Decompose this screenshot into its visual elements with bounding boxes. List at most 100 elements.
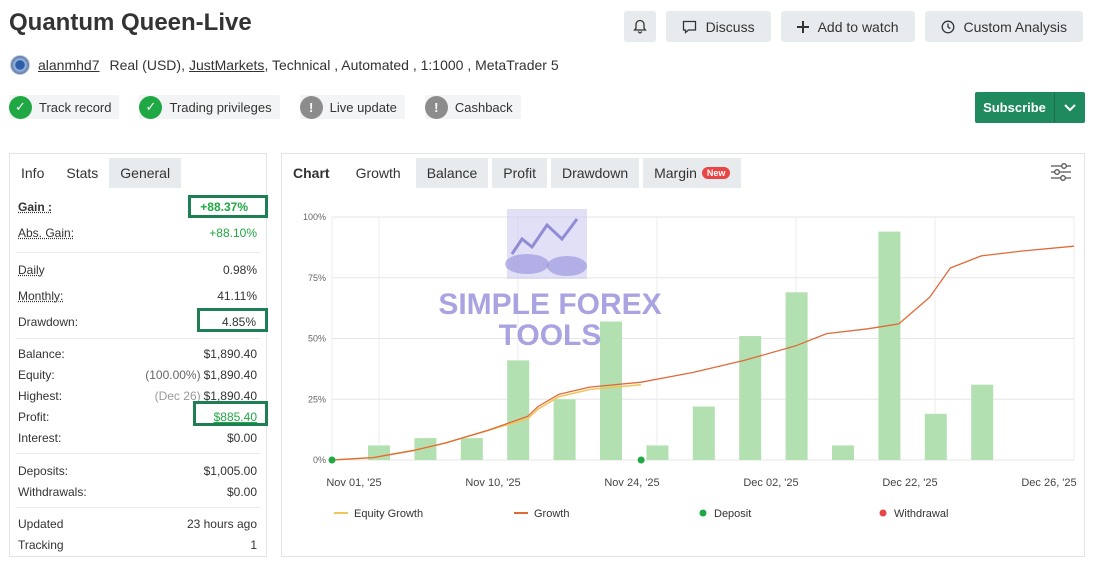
legend-item[interactable]: Growth bbox=[514, 508, 569, 520]
highlight-box bbox=[193, 401, 268, 426]
profit-bar[interactable] bbox=[692, 406, 715, 460]
stat-label[interactable]: Monthly: bbox=[18, 289, 63, 303]
stat-abs-gain: Abs. Gain: +88.10% bbox=[18, 226, 257, 240]
avatar[interactable] bbox=[10, 55, 30, 75]
plus-icon bbox=[796, 20, 809, 33]
deposit-marker[interactable] bbox=[328, 456, 336, 464]
profit-bar[interactable] bbox=[553, 399, 576, 460]
x-tick-label: Dec 22, '25 bbox=[882, 477, 937, 489]
stat-label[interactable]: Gain : bbox=[18, 200, 52, 214]
tab-general[interactable]: General bbox=[109, 158, 182, 188]
stat-prefix: (100.00%) bbox=[145, 368, 201, 382]
chat-icon bbox=[682, 20, 696, 34]
divider bbox=[16, 252, 260, 253]
watermark-line2: TOOLS bbox=[499, 319, 602, 352]
stat-label: Withdrawals: bbox=[18, 485, 87, 499]
user-link[interactable]: alanmhd7 bbox=[38, 57, 100, 73]
stat-label: Drawdown: bbox=[18, 315, 79, 329]
y-tick-label: 25% bbox=[308, 394, 326, 404]
badge-trading-privileges[interactable]: ✓ Trading privileges bbox=[139, 95, 280, 119]
profit-bar[interactable] bbox=[785, 292, 808, 460]
discuss-label: Discuss bbox=[705, 18, 755, 35]
y-tick-label: 100% bbox=[303, 212, 326, 222]
y-tick-label: 50% bbox=[308, 334, 326, 344]
x-tick-label: Nov 01, '25 bbox=[326, 477, 381, 489]
stat-updated: Updated 23 hours ago bbox=[18, 517, 257, 531]
exclamation-icon: ! bbox=[299, 95, 323, 119]
stats-tabs: Info Stats General bbox=[10, 154, 266, 188]
tab-growth[interactable]: Growth bbox=[344, 158, 412, 188]
stat-monthly: Monthly: 41.11% bbox=[18, 289, 257, 303]
custom-analysis-label: Custom Analysis bbox=[963, 18, 1067, 35]
profit-bar[interactable] bbox=[600, 321, 622, 460]
stat-value: +88.10% bbox=[209, 226, 257, 240]
stat-label[interactable]: Daily bbox=[18, 263, 45, 277]
profit-bar[interactable] bbox=[460, 438, 483, 460]
stats-panel: Info Stats General Gain : +88.37% Abs. G… bbox=[9, 153, 268, 557]
badge-cashback[interactable]: ! Cashback bbox=[424, 95, 521, 119]
profit-bar[interactable] bbox=[878, 231, 901, 460]
badge-label: Cashback bbox=[454, 99, 513, 115]
stat-label: Balance: bbox=[18, 347, 65, 361]
legend-swatch bbox=[879, 509, 887, 517]
tab-stats[interactable]: Stats bbox=[55, 158, 110, 188]
custom-analysis-button[interactable]: Custom Analysis bbox=[924, 11, 1083, 42]
divider bbox=[16, 338, 260, 339]
tab-chart: Chart bbox=[282, 158, 341, 188]
discuss-button[interactable]: Discuss bbox=[665, 11, 771, 42]
x-tick-label: Dec 02, '25 bbox=[743, 477, 798, 489]
stat-balance: Balance: $1,890.40 bbox=[18, 347, 257, 361]
profit-bar[interactable] bbox=[832, 445, 854, 460]
stat-value: $1,890.40 bbox=[203, 347, 257, 361]
tab-profit[interactable]: Profit bbox=[492, 158, 547, 188]
tab-balance[interactable]: Balance bbox=[415, 158, 489, 188]
check-icon: ✓ bbox=[9, 95, 32, 119]
stat-value: $1,890.40 bbox=[203, 368, 257, 382]
legend-label: Growth bbox=[534, 508, 569, 520]
tab-info[interactable]: Info bbox=[10, 158, 56, 188]
stat-daily: Daily 0.98% bbox=[18, 263, 257, 277]
x-tick-label: Dec 26, '25 bbox=[1021, 477, 1076, 489]
legend-label: Withdrawal bbox=[894, 508, 948, 520]
account-meta: alanmhd7 Real (USD), JustMarkets , Techn… bbox=[10, 55, 559, 75]
profit-bar[interactable] bbox=[507, 360, 530, 460]
stat-value: $0.00 bbox=[226, 431, 257, 445]
stat-label: Highest: bbox=[18, 389, 63, 403]
page-title: Quantum Queen-Live bbox=[9, 9, 252, 36]
legend-swatch bbox=[699, 509, 707, 517]
subscribe-label: Subscribe bbox=[975, 92, 1055, 123]
new-badge: New bbox=[701, 167, 731, 179]
divider bbox=[16, 453, 260, 454]
broker-link[interactable]: JustMarkets bbox=[189, 57, 264, 73]
legend-item[interactable]: Deposit bbox=[699, 508, 752, 520]
profit-bar[interactable] bbox=[739, 336, 762, 460]
profit-bar[interactable] bbox=[971, 384, 994, 460]
stat-label[interactable]: Abs. Gain: bbox=[18, 226, 74, 240]
stat-value: 23 hours ago bbox=[186, 517, 257, 531]
stat-label: Profit: bbox=[18, 410, 50, 424]
tab-margin[interactable]: Margin New bbox=[643, 158, 742, 188]
badge-live-update[interactable]: ! Live update bbox=[299, 95, 405, 119]
badge-label: Trading privileges bbox=[169, 99, 272, 115]
header-actions: Discuss Add to watch Custom Analysis bbox=[623, 11, 1083, 42]
stat-tracking: Tracking 1 bbox=[18, 538, 257, 552]
stat-interest: Interest: $0.00 bbox=[18, 431, 257, 445]
badge-track-record[interactable]: ✓ Track record bbox=[9, 95, 120, 119]
add-to-watch-button[interactable]: Add to watch bbox=[780, 11, 915, 42]
sliders-icon[interactable] bbox=[1050, 162, 1072, 182]
chevron-down-icon[interactable] bbox=[1055, 92, 1085, 123]
stat-value: $0.00 bbox=[226, 485, 257, 499]
candlestick-logo-icon bbox=[505, 209, 587, 279]
legend-item[interactable]: Withdrawal bbox=[879, 508, 949, 520]
notification-button[interactable] bbox=[623, 11, 656, 42]
stat-label: Tracking bbox=[18, 538, 64, 552]
stat-label: Updated bbox=[18, 517, 64, 531]
tab-drawdown[interactable]: Drawdown bbox=[550, 158, 640, 188]
stat-equity: Equity: (100.00%) $1,890.40 bbox=[18, 368, 257, 382]
profit-bar[interactable] bbox=[924, 413, 947, 460]
subscribe-button[interactable]: Subscribe bbox=[975, 92, 1085, 123]
stat-deposits: Deposits: $1,005.00 bbox=[18, 464, 257, 478]
legend-item[interactable]: Equity Growth bbox=[334, 508, 423, 520]
profit-bar[interactable] bbox=[646, 445, 669, 460]
deposit-marker[interactable] bbox=[637, 456, 645, 464]
